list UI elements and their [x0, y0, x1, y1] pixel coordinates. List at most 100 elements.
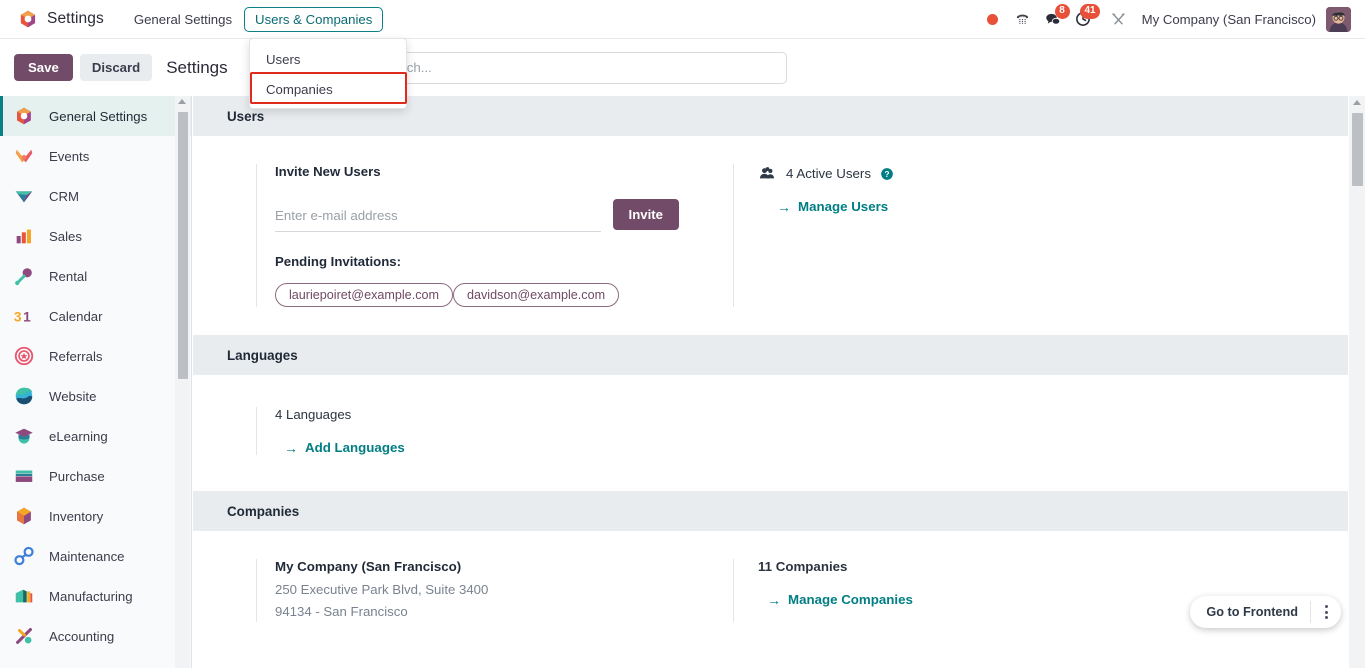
referrals-badge-icon — [13, 345, 35, 367]
section-header-companies: Companies — [193, 491, 1348, 531]
sidebar-item-label: Purchase — [49, 468, 105, 484]
section-title: Companies — [227, 503, 300, 519]
manage-users-link[interactable]: → Manage Users — [777, 199, 1173, 214]
languages-settings-row: 4 Languages → Add Languages — [193, 407, 1348, 455]
dropdown-item-companies[interactable]: Companies — [250, 75, 406, 105]
sidebar-item-label: General Settings — [49, 108, 148, 124]
languages-block: 4 Languages → Add Languages — [256, 407, 724, 455]
accounting-icon — [13, 625, 35, 647]
section-body-companies: My Company (San Francisco) 250 Executive… — [193, 531, 1348, 650]
events-icon — [13, 145, 35, 167]
sidebar-item-sales[interactable]: Sales — [0, 216, 191, 256]
main-scrollbar[interactable] — [1349, 96, 1365, 668]
sidebar-item-label: Referrals — [49, 348, 103, 364]
manage-companies-link[interactable]: → Manage Companies — [767, 592, 1173, 607]
manufacturing-icon — [13, 585, 35, 607]
purchase-icon — [13, 465, 35, 487]
clock-icon[interactable]: 41 — [1068, 4, 1100, 34]
companies-settings-row: My Company (San Francisco) 250 Executive… — [193, 559, 1348, 622]
sidebar-item-referrals[interactable]: Referrals — [0, 336, 191, 376]
svg-text:1: 1 — [23, 310, 31, 325]
add-languages-label: Add Languages — [305, 440, 405, 455]
section-users: Users Invite New Users Invite Pending In… — [193, 96, 1348, 335]
systray: 8 41 My Company (San Francisco) — [978, 4, 1355, 34]
rental-key-icon — [13, 265, 35, 287]
sidebar-item-label: Rental — [49, 268, 88, 284]
sidebar-item-label: Events — [49, 148, 90, 164]
sidebar-item-inventory[interactable]: Inventory — [0, 496, 191, 536]
sidebar-item-label: Inventory — [49, 508, 104, 524]
sidebar-item-label: eLearning — [49, 428, 108, 444]
go-to-frontend-button[interactable]: Go to Frontend — [1190, 605, 1310, 619]
odoo-logo-icon[interactable] — [18, 9, 38, 29]
sidebar-item-elearning[interactable]: eLearning — [0, 416, 191, 456]
help-circle-icon[interactable]: ? — [880, 167, 894, 181]
menu-general-settings[interactable]: General Settings — [126, 8, 240, 31]
settings-gear-icon — [13, 105, 35, 127]
company-address-line1: 250 Executive Park Blvd, Suite 3400 — [275, 582, 489, 597]
section-languages: Languages 4 Languages → Add Languages — [193, 335, 1348, 491]
active-users-block: 4 Active Users ? → Manage Users — [733, 164, 1173, 307]
sidebar-item-purchase[interactable]: Purchase — [0, 456, 191, 496]
company-name: My Company (San Francisco) — [275, 559, 462, 574]
invite-new-users-title: Invite New Users — [275, 164, 381, 179]
calendar-31-icon: 3 1 — [13, 305, 35, 327]
sidebar-item-label: CRM — [49, 188, 80, 204]
app-brand-name[interactable]: Settings — [47, 10, 104, 28]
search-container[interactable]: Search... — [344, 51, 787, 84]
sidebar-item-label: Manufacturing — [49, 588, 133, 604]
page-title: Settings — [166, 57, 228, 77]
users-companies-dropdown: Users Companies — [249, 38, 407, 109]
user-avatar[interactable] — [1326, 6, 1351, 32]
pending-invitations-label: Pending Invitations: — [275, 254, 402, 269]
sidebar-item-label: Calendar — [49, 308, 103, 324]
phone-keypad-icon[interactable] — [1008, 4, 1038, 34]
control-panel: Save Discard Settings Search... — [0, 39, 1365, 96]
arrow-right-icon: → — [284, 439, 298, 456]
add-languages-link[interactable]: → Add Languages — [284, 440, 724, 455]
languages-count: 4 Languages — [275, 407, 352, 422]
sidebar-item-crm[interactable]: CRM — [0, 176, 191, 216]
discard-button[interactable]: Discard — [79, 54, 153, 81]
sidebar-item-general-settings[interactable]: General Settings — [0, 96, 191, 136]
tools-icon[interactable] — [1104, 4, 1134, 34]
manage-users-label: Manage Users — [798, 199, 889, 214]
sidebar-item-accounting[interactable]: Accounting — [0, 616, 191, 656]
invite-button[interactable]: Invite — [612, 199, 679, 230]
sidebar-item-maintenance[interactable]: Maintenance — [0, 536, 191, 576]
manage-companies-label: Manage Companies — [788, 592, 913, 607]
sidebar-item-manufacturing[interactable]: Manufacturing — [0, 576, 191, 616]
section-title: Languages — [227, 347, 298, 363]
sidebar-item-rental[interactable]: Rental — [0, 256, 191, 296]
save-button[interactable]: Save — [14, 54, 73, 81]
inventory-box-icon — [13, 505, 35, 527]
companies-count: 11 Companies — [758, 559, 848, 574]
pending-invitation-chip[interactable]: davidson@example.com — [452, 283, 620, 307]
chat-bubble-icon[interactable]: 8 — [1038, 4, 1070, 34]
active-company-name[interactable]: My Company (San Francisco) — [1142, 12, 1316, 27]
scroll-up-arrow-icon[interactable] — [1352, 100, 1361, 105]
sidebar-scroll-thumb[interactable] — [177, 112, 188, 379]
sidebar-scrollbar[interactable] — [175, 96, 190, 668]
record-dot-icon[interactable] — [978, 4, 1008, 34]
sidebar-item-calendar[interactable]: 3 1 Calendar — [0, 296, 191, 336]
vertical-dots-icon[interactable] — [1311, 605, 1341, 619]
companies-count-block: 11 Companies → Manage Companies — [733, 559, 1173, 622]
invite-email-input[interactable] — [275, 204, 601, 232]
sidebar-item-events[interactable]: Events — [0, 136, 191, 176]
sidebar-item-label: Website — [49, 388, 97, 404]
svg-text:3: 3 — [14, 310, 22, 325]
invite-form: Invite — [275, 199, 679, 232]
company-address-line2: 94134 - San Francisco — [275, 603, 408, 619]
activities-badge: 41 — [1080, 4, 1100, 19]
sidebar-item-label: Maintenance — [49, 548, 125, 564]
pending-invitation-chip[interactable]: lauriepoiret@example.com — [275, 283, 453, 307]
sidebar-item-website[interactable]: Website — [0, 376, 191, 416]
main-scroll-thumb[interactable] — [1352, 113, 1363, 186]
current-company-block: My Company (San Francisco) 250 Executive… — [256, 559, 724, 622]
scroll-up-arrow-icon[interactable] — [178, 99, 186, 104]
top-navbar: Settings General Settings Users & Compan… — [0, 0, 1365, 39]
dropdown-item-users[interactable]: Users — [250, 45, 406, 75]
menu-users-and-companies[interactable]: Users & Companies — [244, 6, 384, 32]
frontend-pill: Go to Frontend — [1190, 596, 1341, 628]
